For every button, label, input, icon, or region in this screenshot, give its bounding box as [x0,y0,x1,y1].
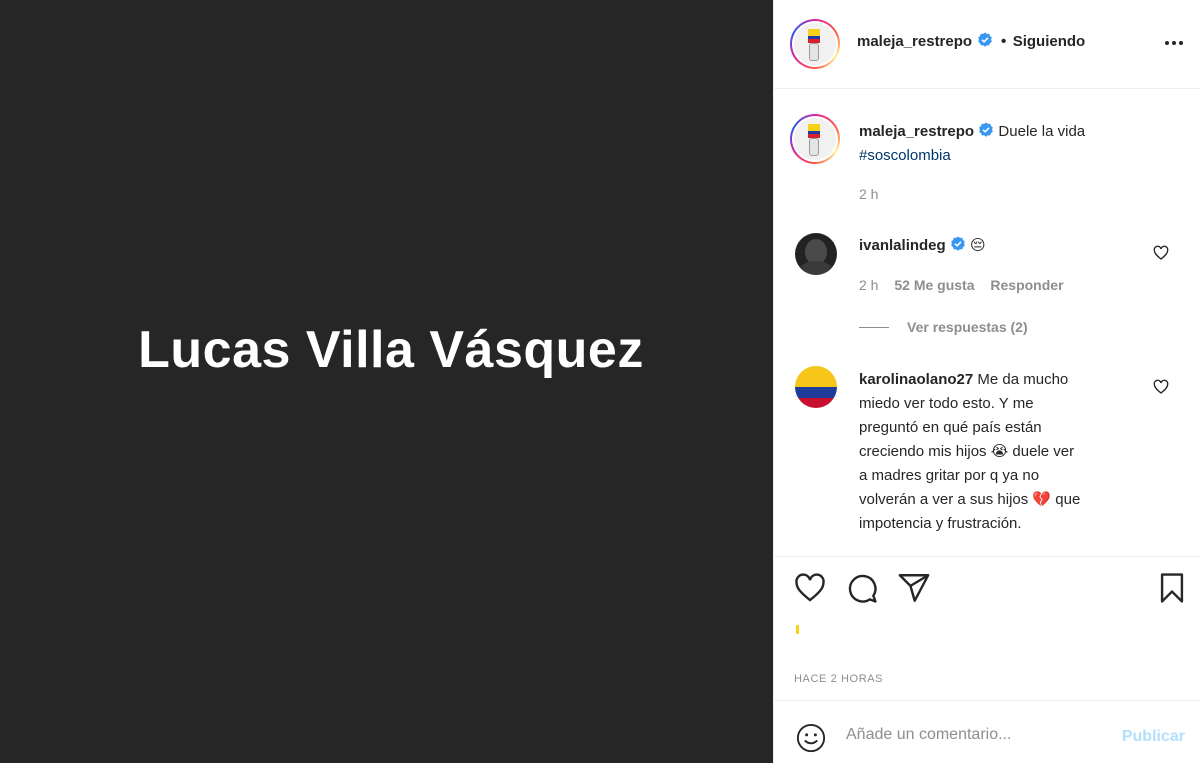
comment-text-line: miedo ver todo esto. Y me [859,395,1034,412]
comment-text-line: preguntó en qué país están [859,419,1042,436]
header-username[interactable]: maleja_restrepo [857,33,972,50]
following-button[interactable]: Siguiendo [1013,33,1086,50]
comment-username[interactable]: ivanlalindeg [859,237,946,254]
publish-button[interactable]: Publicar [1122,728,1185,746]
comment-text-line: volverán a ver a sus hijos 💔 que [859,491,1081,508]
comment-text-line: a madres gritar por q ya no [859,467,1040,484]
share-send-icon[interactable] [897,571,931,605]
save-bookmark-icon[interactable] [1155,571,1189,605]
comment-username[interactable]: karolinaolano27 [859,371,973,388]
commenter-avatar[interactable] [795,233,837,275]
like-heart-icon[interactable] [793,571,827,605]
caption-avatar[interactable] [790,114,840,164]
post-header: maleja_restrepo • Siguiendo [774,0,1200,89]
caption-time[interactable]: 2 h [859,186,878,202]
verified-badge-icon [951,236,965,251]
comment-text-line: impotencia y frustración. [859,515,1022,532]
header-separator: • [1000,33,1007,50]
liked-by-avatar-fragment [796,625,799,634]
caption: maleja_restrepo Duele la vida #soscolomb… [859,120,1179,168]
post-side-panel: maleja_restrepo • Siguiendo maleja_restr… [773,0,1200,763]
comment-time[interactable]: 2 h [859,277,878,293]
add-comment-bar: Publicar [774,700,1200,763]
more-options-icon[interactable] [1161,30,1187,56]
view-replies-label: Ver respuestas (2) [907,319,1028,335]
reply-button[interactable]: Responder [990,277,1063,293]
verified-badge-icon [977,32,992,47]
emoji-picker-icon[interactable] [796,723,826,753]
comment-input[interactable] [846,726,1106,744]
post-date[interactable]: HACE 2 HORAS [794,673,883,685]
like-comment-heart-icon[interactable] [1153,379,1169,395]
view-replies-button[interactable]: Ver respuestas (2) [859,319,1028,335]
verified-badge-icon [979,122,994,137]
media-overlay-text: Lucas Villa Vásquez [138,321,644,379]
like-comment-heart-icon[interactable] [1153,245,1169,261]
commenter-avatar[interactable] [795,366,837,408]
comment: ivanlalindeg 😔 [859,234,986,258]
caption-text: Duele la vida [998,123,1086,140]
caption-username[interactable]: maleja_restrepo [859,123,974,140]
comment-likes[interactable]: 52 Me gusta [894,277,974,293]
comment-text: 😔 [970,237,986,254]
comment-bubble-icon[interactable] [845,571,879,605]
post-media[interactable]: Lucas Villa Vásquez [0,0,773,763]
comment-meta: 2 h 52 Me gusta Responder [859,277,1064,293]
author-avatar[interactable] [790,19,840,69]
comment-text-line: Me da mucho [977,371,1069,388]
hashtag-link[interactable]: #soscolombia [859,147,951,164]
post-actions: HACE 2 HORAS [774,556,1200,703]
comment-text-line: creciendo mis hijos 😭 duele ver [859,443,1075,460]
comment: karolinaolano27 Me da mucho miedo ver to… [859,368,1149,536]
